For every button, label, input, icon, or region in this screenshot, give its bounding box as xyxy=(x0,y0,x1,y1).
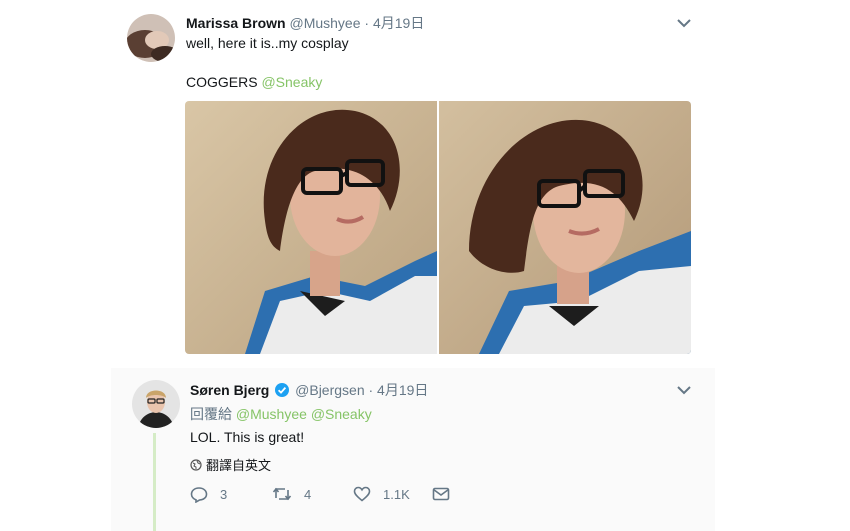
verified-badge-icon xyxy=(275,383,290,397)
reply-mention-mushyee[interactable]: @Mushyee xyxy=(236,406,307,422)
reply-prefix: 回覆給 xyxy=(190,406,232,422)
user-handle[interactable]: @Bjergsen xyxy=(295,382,364,398)
user-handle[interactable]: @Mushyee xyxy=(289,15,360,31)
avatar-marissa-image xyxy=(127,14,175,62)
photo-1-image xyxy=(185,101,437,354)
tweet-photo-2[interactable] xyxy=(439,101,691,354)
retweet-button[interactable]: 4 xyxy=(272,485,311,503)
heart-icon xyxy=(353,486,371,502)
reply-context: 回覆給 @Mushyee @Sneaky xyxy=(190,404,372,424)
thread-line xyxy=(153,433,156,531)
tweet-bjergsen[interactable]: Søren Bjerg @Bjergsen · 4月19日 回覆給 @Mushy… xyxy=(111,368,715,531)
tweet-word: COGGERS xyxy=(186,74,258,90)
display-name[interactable]: Marissa Brown xyxy=(186,15,286,31)
avatar-bjergsen-image xyxy=(132,380,180,428)
display-name[interactable]: Søren Bjerg xyxy=(190,382,269,398)
photo-2-image xyxy=(439,101,691,354)
like-button[interactable]: 1.1K xyxy=(353,485,410,503)
tweet-photo-1[interactable] xyxy=(185,101,437,354)
translate-link[interactable]: 翻譯自英文 xyxy=(190,455,271,474)
chevron-down-icon[interactable] xyxy=(676,384,692,396)
retweet-count: 4 xyxy=(304,486,312,502)
direct-message-button[interactable] xyxy=(432,485,450,503)
translate-label: 翻譯自英文 xyxy=(206,458,272,473)
avatar-bjergsen[interactable] xyxy=(132,380,180,428)
like-count: 1.1K xyxy=(383,486,410,502)
tweet-marissa[interactable]: Marissa Brown @Mushyee · 4月19日 well, her… xyxy=(123,0,703,368)
mention-link[interactable]: @Sneaky xyxy=(261,74,322,90)
globe-icon xyxy=(190,458,202,471)
tweet-text-line1: well, here it is..my cosplay xyxy=(186,35,349,51)
tweet-text-line2: COGGERS @Sneaky xyxy=(186,74,322,90)
tweet-date[interactable]: · 4月19日 xyxy=(369,382,429,398)
avatar-marissa[interactable] xyxy=(127,14,175,62)
reply-count: 3 xyxy=(220,486,228,502)
reply-icon xyxy=(190,486,208,503)
envelope-icon xyxy=(432,487,450,501)
tweet-date[interactable]: · 4月19日 xyxy=(364,15,424,31)
chevron-down-icon[interactable] xyxy=(676,17,692,29)
retweet-icon xyxy=(272,487,292,501)
reply-button[interactable]: 3 xyxy=(190,485,227,503)
reply-mention-sneaky[interactable]: @Sneaky xyxy=(311,406,372,422)
tweet-text: LOL. This is great! xyxy=(190,429,305,445)
